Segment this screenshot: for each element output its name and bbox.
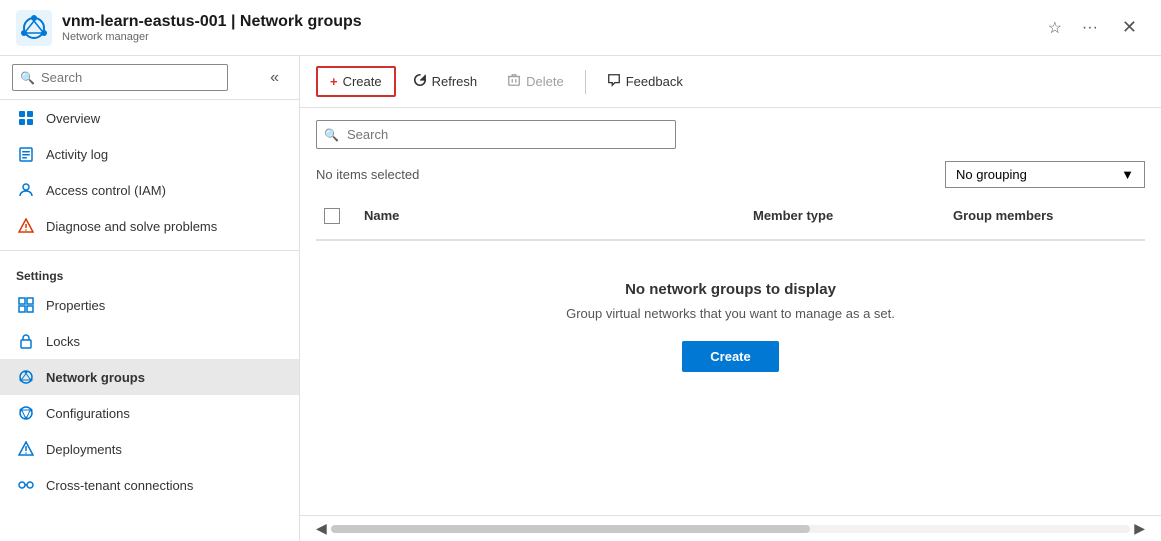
overview-icon bbox=[16, 108, 36, 128]
content-area: + Create Refresh Delete Feedback bbox=[300, 56, 1161, 541]
sidebar-item-configurations[interactable]: Configurations bbox=[0, 395, 299, 431]
empty-state: No network groups to display Group virtu… bbox=[316, 241, 1145, 412]
sidebar-item-activity-log[interactable]: Activity log bbox=[0, 136, 299, 172]
sidebar-item-cross-tenant-label: Cross-tenant connections bbox=[46, 478, 193, 493]
favorite-button[interactable]: ☆ bbox=[1044, 14, 1066, 42]
access-control-icon bbox=[16, 180, 36, 200]
header-resource-title: vnm-learn-eastus-001 | Network groups bbox=[62, 13, 1044, 31]
table-checkbox-header bbox=[316, 204, 356, 231]
sidebar-search-row: 🔍 « bbox=[0, 56, 299, 100]
main-layout: 🔍 « Overview Activity log Access control… bbox=[0, 56, 1161, 541]
refresh-icon bbox=[413, 73, 427, 90]
sidebar-item-overview-label: Overview bbox=[46, 111, 100, 126]
sidebar-item-locks-label: Locks bbox=[46, 334, 80, 349]
grouping-label: No grouping bbox=[956, 167, 1027, 182]
create-button[interactable]: + Create bbox=[316, 66, 396, 97]
select-all-checkbox[interactable] bbox=[324, 208, 340, 224]
settings-section-label: Settings bbox=[0, 257, 299, 287]
scroll-left-button[interactable]: ◀ bbox=[316, 520, 327, 537]
sidebar-item-access-control-label: Access control (IAM) bbox=[46, 183, 166, 198]
content-search-wrap: 🔍 bbox=[316, 120, 676, 149]
locks-icon bbox=[16, 331, 36, 351]
sidebar-item-activity-log-label: Activity log bbox=[46, 147, 108, 162]
create-plus-icon: + bbox=[330, 74, 338, 89]
content-body: 🔍 No items selected No grouping ▼ N bbox=[300, 108, 1161, 515]
cross-tenant-icon bbox=[16, 475, 36, 495]
grouping-dropdown[interactable]: No grouping ▼ bbox=[945, 161, 1145, 188]
table-area: Name Member type Group members No networ… bbox=[300, 196, 1161, 412]
toolbar: + Create Refresh Delete Feedback bbox=[300, 56, 1161, 108]
refresh-button[interactable]: Refresh bbox=[400, 66, 491, 97]
scroll-thumb bbox=[331, 525, 811, 533]
sidebar-item-diagnose[interactable]: Diagnose and solve problems bbox=[0, 208, 299, 244]
sidebar-item-overview[interactable]: Overview bbox=[0, 100, 299, 136]
app-logo bbox=[16, 10, 52, 46]
page-title: Network groups bbox=[240, 13, 362, 30]
configurations-icon bbox=[16, 403, 36, 423]
close-button[interactable]: ✕ bbox=[1114, 13, 1145, 42]
header: vnm-learn-eastus-001 | Network groups Ne… bbox=[0, 0, 1161, 56]
feedback-icon bbox=[607, 73, 621, 90]
sidebar-item-properties[interactable]: Properties bbox=[0, 287, 299, 323]
delete-icon bbox=[507, 73, 521, 90]
table-header-group-members: Group members bbox=[945, 204, 1145, 231]
sidebar-item-properties-label: Properties bbox=[46, 298, 105, 313]
header-actions: ☆ ··· ✕ bbox=[1044, 13, 1145, 42]
content-search-input[interactable] bbox=[316, 120, 676, 149]
sidebar-search-input[interactable] bbox=[12, 64, 228, 91]
title-separator: | bbox=[231, 13, 240, 30]
content-status-row: No items selected No grouping ▼ bbox=[300, 157, 1161, 196]
sidebar-item-diagnose-label: Diagnose and solve problems bbox=[46, 219, 217, 234]
resource-name: vnm-learn-eastus-001 bbox=[62, 13, 227, 30]
toolbar-separator bbox=[585, 70, 586, 94]
sidebar-item-deployments[interactable]: Deployments bbox=[0, 431, 299, 467]
delete-label: Delete bbox=[526, 74, 564, 89]
empty-state-description: Group virtual networks that you want to … bbox=[566, 306, 895, 321]
table-header: Name Member type Group members bbox=[316, 196, 1145, 241]
more-options-button[interactable]: ··· bbox=[1078, 15, 1102, 41]
sidebar-search-wrap: 🔍 bbox=[12, 64, 258, 91]
content-search-row: 🔍 bbox=[300, 108, 1161, 157]
feedback-button[interactable]: Feedback bbox=[594, 66, 696, 97]
properties-icon bbox=[16, 295, 36, 315]
sidebar-item-locks[interactable]: Locks bbox=[0, 323, 299, 359]
network-groups-icon bbox=[16, 367, 36, 387]
delete-button[interactable]: Delete bbox=[494, 66, 577, 97]
no-items-label: No items selected bbox=[316, 167, 419, 182]
diagnose-icon bbox=[16, 216, 36, 236]
table-header-member-type: Member type bbox=[745, 204, 945, 231]
activity-log-icon bbox=[16, 144, 36, 164]
empty-state-title: No network groups to display bbox=[625, 281, 836, 298]
sidebar: 🔍 « Overview Activity log Access control… bbox=[0, 56, 300, 541]
empty-state-create-button[interactable]: Create bbox=[682, 341, 778, 372]
create-label: Create bbox=[343, 74, 382, 89]
sidebar-item-configurations-label: Configurations bbox=[46, 406, 130, 421]
sidebar-collapse-button[interactable]: « bbox=[262, 65, 287, 91]
feedback-label: Feedback bbox=[626, 74, 683, 89]
sidebar-item-access-control[interactable]: Access control (IAM) bbox=[0, 172, 299, 208]
scroll-track[interactable] bbox=[331, 525, 1130, 533]
header-title-block: vnm-learn-eastus-001 | Network groups Ne… bbox=[62, 13, 1044, 43]
content-search-icon: 🔍 bbox=[324, 128, 339, 142]
refresh-label: Refresh bbox=[432, 74, 478, 89]
sidebar-item-deployments-label: Deployments bbox=[46, 442, 122, 457]
sidebar-divider bbox=[0, 250, 299, 251]
scrollbar-row: ◀ ▶ bbox=[300, 515, 1161, 541]
sidebar-item-network-groups-label: Network groups bbox=[46, 370, 145, 385]
sidebar-search-icon: 🔍 bbox=[20, 71, 35, 85]
header-subtitle: Network manager bbox=[62, 31, 1044, 43]
table-header-name: Name bbox=[356, 204, 745, 231]
sidebar-item-cross-tenant[interactable]: Cross-tenant connections bbox=[0, 467, 299, 503]
scroll-right-button[interactable]: ▶ bbox=[1134, 520, 1145, 537]
sidebar-item-network-groups[interactable]: Network groups bbox=[0, 359, 299, 395]
deployments-icon bbox=[16, 439, 36, 459]
chevron-down-icon: ▼ bbox=[1121, 167, 1134, 182]
